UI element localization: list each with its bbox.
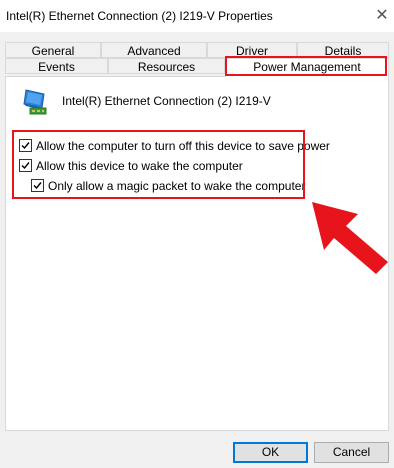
tab-advanced[interactable]: Advanced — [101, 42, 207, 58]
network-adapter-icon — [20, 86, 52, 118]
close-icon[interactable]: ✕ — [372, 6, 392, 26]
cancel-button[interactable]: Cancel — [314, 442, 389, 463]
ok-button[interactable]: OK — [233, 442, 308, 463]
device-name: Intel(R) Ethernet Connection (2) I219-V — [62, 94, 271, 108]
title-bar: Intel(R) Ethernet Connection (2) I219-V … — [0, 0, 394, 32]
highlight-box-tab — [225, 56, 387, 76]
highlight-box-options — [12, 130, 305, 199]
tab-resources[interactable]: Resources — [108, 58, 225, 74]
window-title: Intel(R) Ethernet Connection (2) I219-V … — [6, 9, 273, 23]
tab-events[interactable]: Events — [5, 58, 108, 74]
tab-general[interactable]: General — [5, 42, 101, 58]
red-arrow-annotation — [306, 198, 390, 276]
